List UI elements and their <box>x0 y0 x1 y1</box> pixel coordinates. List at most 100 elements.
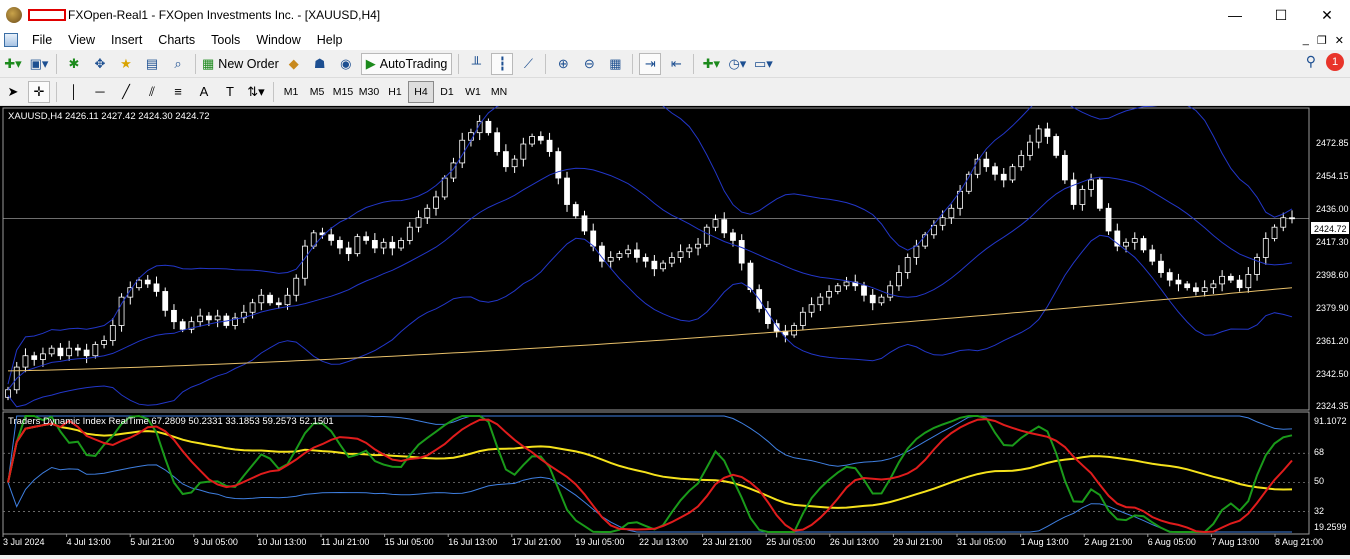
zoom-out-icon[interactable]: ⊖ <box>578 53 600 75</box>
terminal-icon[interactable]: ▤ <box>141 53 163 75</box>
strategy-tester-icon[interactable]: ⌕ <box>167 53 189 75</box>
tile-windows-icon[interactable]: ▦ <box>604 53 626 75</box>
bull-candle <box>302 245 308 279</box>
profiles-icon[interactable]: ▣▾ <box>28 53 50 75</box>
time-label: 5 Jul 21:00 <box>130 537 174 547</box>
cursor-icon[interactable]: ➤ <box>2 81 24 103</box>
bear-candle <box>1044 128 1051 137</box>
bar-chart-icon[interactable]: ╨ <box>465 53 487 75</box>
autoscroll-icon[interactable]: ⇥ <box>639 52 662 75</box>
price-label: 2417.30 <box>1316 237 1349 247</box>
menu-insert[interactable]: Insert <box>103 33 150 47</box>
new-chart-icon[interactable]: ✚▾ <box>2 53 24 75</box>
bull-candle <box>712 219 719 228</box>
bull-candle <box>939 217 946 226</box>
metaeditor-icon[interactable]: ◆ <box>283 53 305 75</box>
search-icon[interactable]: ⚲ <box>1306 53 1316 70</box>
indicator-layer <box>3 414 1309 534</box>
bear-candle <box>861 285 867 296</box>
bear-candle <box>738 240 745 264</box>
bull-candle <box>904 257 911 273</box>
time-label: 23 Jul 21:00 <box>703 537 752 547</box>
broadcast-icon[interactable]: ◉ <box>335 53 357 75</box>
bull-candle <box>1027 141 1033 156</box>
crosshair-nav-icon[interactable]: ✥ <box>89 53 111 75</box>
periods-icon[interactable]: ◷▾ <box>726 53 748 75</box>
bear-candle <box>162 291 169 311</box>
bear-candle <box>371 240 378 249</box>
templates-icon[interactable]: ▭▾ <box>752 53 774 75</box>
bear-candle <box>1184 283 1191 289</box>
line-chart-icon[interactable]: ⟋ <box>517 53 539 75</box>
bear-candle <box>1158 260 1164 273</box>
equidistant-channel-icon[interactable]: ⫽ <box>141 81 163 103</box>
timeframe-h1[interactable]: H1 <box>382 81 408 103</box>
menu-tools[interactable]: Tools <box>203 33 248 47</box>
time-label: 16 Jul 13:00 <box>448 537 497 547</box>
text-label-icon[interactable]: T <box>219 81 241 103</box>
redacted-account-box <box>28 9 66 21</box>
crosshair-icon[interactable]: ✛ <box>28 80 50 103</box>
menu-charts[interactable]: Charts <box>150 33 203 47</box>
menu-file[interactable]: File <box>24 33 60 47</box>
time-label: 11 Jul 21:00 <box>321 537 369 547</box>
arrows-icon[interactable]: ⇅▾ <box>245 81 267 103</box>
menu-help[interactable]: Help <box>309 33 351 47</box>
timeframe-w1[interactable]: W1 <box>460 81 486 103</box>
bull-candle <box>808 304 815 313</box>
time-label: 17 Jul 21:00 <box>512 537 561 547</box>
timeframe-mn[interactable]: MN <box>486 81 512 103</box>
bear-candle <box>1070 179 1077 205</box>
menu-view[interactable]: View <box>60 33 103 47</box>
chart-window-icon[interactable] <box>4 33 18 47</box>
autotrading-button[interactable]: ▶ AutoTrading <box>360 52 453 75</box>
bull-candle <box>668 257 675 264</box>
market-watch-icon[interactable]: ✱ <box>63 53 85 75</box>
menu-window[interactable]: Window <box>248 33 308 47</box>
zoom-in-icon[interactable]: ⊕ <box>552 53 574 75</box>
indicator-header: Traders Dynamic Index RealTime 67.2809 5… <box>8 416 334 427</box>
minimize-button[interactable]: — <box>1212 0 1258 30</box>
timeframe-d1[interactable]: D1 <box>434 81 460 103</box>
bull-candle <box>843 281 850 287</box>
bear-candle <box>651 260 658 270</box>
timeframe-m15[interactable]: M15 <box>330 81 356 103</box>
timeframe-m5[interactable]: M5 <box>304 81 330 103</box>
indicator-label: 32 <box>1314 506 1324 516</box>
bear-candle <box>1053 136 1060 156</box>
chart-area[interactable]: XAUUSD,H4 2426.11 2427.42 2424.30 2424.7… <box>0 79 1350 555</box>
new-order-button[interactable]: ▦ New Order <box>202 53 279 75</box>
signals-icon[interactable]: ☗ <box>309 53 331 75</box>
text-tool-icon[interactable]: A <box>193 81 215 103</box>
timeframe-m1[interactable]: M1 <box>278 81 304 103</box>
notification-badge[interactable]: 1 <box>1326 53 1344 71</box>
bear-candle <box>337 240 343 249</box>
mdi-close-icon[interactable]: ✕ <box>1335 34 1344 47</box>
close-button[interactable]: ✕ <box>1304 0 1350 30</box>
mdi-restore-icon[interactable]: ❐ <box>1317 34 1327 47</box>
chart-shift-icon[interactable]: ⇤ <box>665 53 687 75</box>
maximize-button[interactable]: ☐ <box>1258 0 1304 30</box>
indicators-icon[interactable]: ✚▾ <box>700 53 722 75</box>
indicator-label: 19.2599 <box>1314 522 1347 532</box>
time-label: 6 Aug 05:00 <box>1148 537 1196 547</box>
mdi-minimize-icon[interactable]: _ <box>1303 34 1309 46</box>
time-label: 22 Jul 13:00 <box>639 537 688 547</box>
bull-candle <box>878 296 885 304</box>
horizontal-line-icon[interactable]: ─ <box>89 81 111 103</box>
bull-candle <box>1210 283 1217 289</box>
trendline-icon[interactable]: ╱ <box>115 81 137 103</box>
timeframe-m30[interactable]: M30 <box>356 81 382 103</box>
candlestick-icon[interactable]: ┇ <box>491 52 514 75</box>
favorites-icon[interactable]: ★ <box>115 53 137 75</box>
time-label: 19 Jul 05:00 <box>575 537 624 547</box>
chart-canvas[interactable]: XAUUSD,H4 2426.11 2427.42 2424.30 2424.7… <box>0 79 1350 555</box>
timeframe-h4[interactable]: H4 <box>408 80 434 103</box>
fibonacci-icon[interactable]: ≡ <box>167 81 189 103</box>
bull-candle <box>197 315 204 323</box>
vertical-line-icon[interactable]: │ <box>63 81 85 103</box>
autotrading-icon: ▶ <box>365 55 376 71</box>
window-title: FXOpen-Real1 - FXOpen Investments Inc. -… <box>68 8 381 22</box>
bull-candle <box>293 277 300 296</box>
bull-candle <box>398 240 404 249</box>
